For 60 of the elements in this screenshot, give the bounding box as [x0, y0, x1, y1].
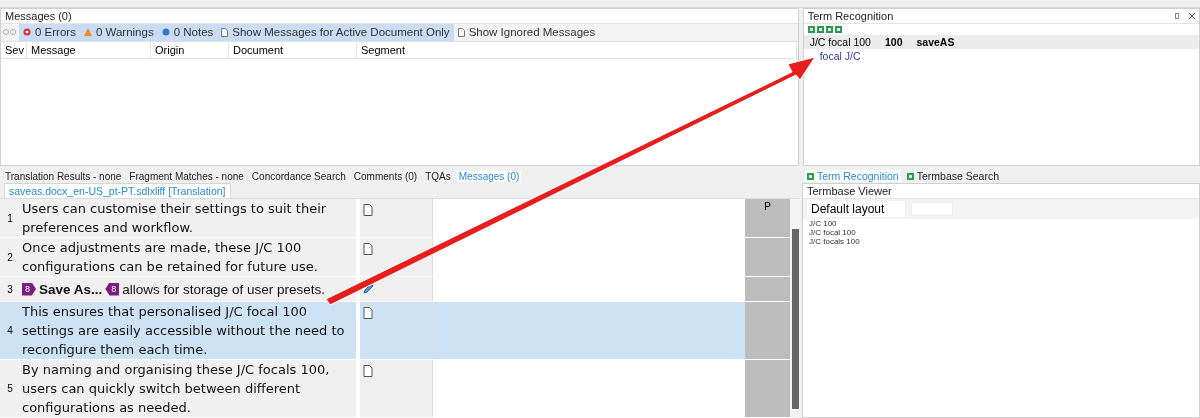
term-entry[interactable]: J/C focal 100 — [803, 228, 1199, 237]
segment-row[interactable]: 2 Once adjustments are made, these J/C 100 configurations can be retained for future use. — [0, 238, 790, 277]
bold-text: Save As... — [39, 281, 103, 297]
segment-row[interactable]: 5 By naming and organising these J/C focals 100, users can quickly switch between different configurations as needed. — [0, 360, 790, 418]
termbase-icon — [807, 172, 814, 180]
source-text: By naming and organising these J/C focals 100, users can quickly switch between different configurations as needed. — [21, 361, 331, 417]
source-text: Users can customise their settings to suit their preferences and workflow. — [21, 200, 328, 237]
match-score: 100 — [884, 35, 903, 48]
segment-number: 4 — [6, 324, 14, 338]
column-header[interactable]: Sev — [1, 41, 27, 58]
panel-tab[interactable]: Translation Results - none — [3, 170, 124, 182]
pin-icon[interactable] — [1175, 12, 1179, 19]
source-text: This ensures that personalised J/C focal 100 settings are easily accessible without the need to reconfigure them each time. — [21, 303, 346, 359]
status-marker: P — [764, 200, 771, 214]
column-header[interactable]: Document — [229, 41, 357, 58]
close-icon[interactable] — [1189, 12, 1195, 19]
page-icon — [457, 27, 465, 37]
termbase-icon — [906, 172, 914, 180]
segment-row[interactable]: 4 This ensures that personalised J/C focal 100 settings are easily accessible without the need to reconfigure them each time. — [0, 302, 790, 360]
column-header[interactable]: Message — [27, 41, 151, 58]
document-tab[interactable]: saveas.docx_en-US_pt-PT.sdlxliff [Translation] — [4, 183, 231, 198]
translation-term: focal J/C — [818, 48, 862, 63]
source-text: allows for storage of user presets. — [122, 281, 325, 297]
segment-number: 5 — [6, 382, 14, 396]
target-cell[interactable] — [432, 360, 745, 417]
tag-marker: 8 — [105, 282, 120, 296]
term-row[interactable]: J/C focal 100 100 saveAS — [803, 34, 1199, 49]
page-icon — [221, 27, 229, 37]
segment-number: 2 — [6, 250, 14, 265]
panel-tab[interactable]: Comments (0) — [351, 170, 420, 182]
term-entry[interactable]: J/C focals 100 — [803, 237, 1199, 246]
term-text: J/C focal 100 — [809, 35, 871, 48]
layout-dropdown[interactable]: Default layout — [807, 201, 905, 217]
segment-number: 3 — [6, 282, 14, 297]
panel-tab[interactable]: Concordance Search — [249, 170, 348, 182]
panel-title: Messages (0) — [5, 9, 72, 22]
panel-tab[interactable]: Fragment Matches - none — [127, 170, 246, 182]
tag-marker: 8 — [22, 282, 36, 296]
filter-icon — [3, 28, 17, 37]
scrollbar-thumb[interactable] — [791, 229, 799, 409]
warning-icon — [83, 28, 92, 37]
target-cell[interactable] — [432, 199, 745, 237]
term-entry[interactable]: J/C 100 — [803, 219, 1199, 228]
segment-row[interactable]: 3 8 Save As... 8 allows for storage of user presets. — [0, 277, 790, 302]
panel-tab[interactable]: TQAs — [423, 170, 453, 182]
source-text: Once adjustments are made, these J/C 100 configurations can be retained for future use. — [21, 239, 319, 276]
target-cell[interactable] — [432, 277, 745, 301]
panel-tab[interactable]: Termbase Search — [904, 170, 1001, 182]
panel-tab[interactable]: Term Recognition — [805, 170, 901, 182]
source-term: saveAS — [916, 35, 955, 48]
panel-title: Term Recognition — [807, 9, 894, 22]
panel-title: Termbase Viewer — [807, 185, 892, 197]
segment-row[interactable]: 1 Users can customise their settings to suit their preferences and workflow. P — [0, 199, 790, 238]
segment-number: 1 — [6, 211, 14, 226]
column-header[interactable]: Segment — [357, 41, 797, 58]
toggle-button[interactable]: Show Ignored Messages — [453, 23, 600, 41]
info-icon — [161, 28, 170, 37]
panel-tab[interactable]: Messages (0) — [456, 170, 522, 182]
column-header[interactable]: Origin — [151, 41, 229, 58]
error-icon — [23, 28, 31, 37]
